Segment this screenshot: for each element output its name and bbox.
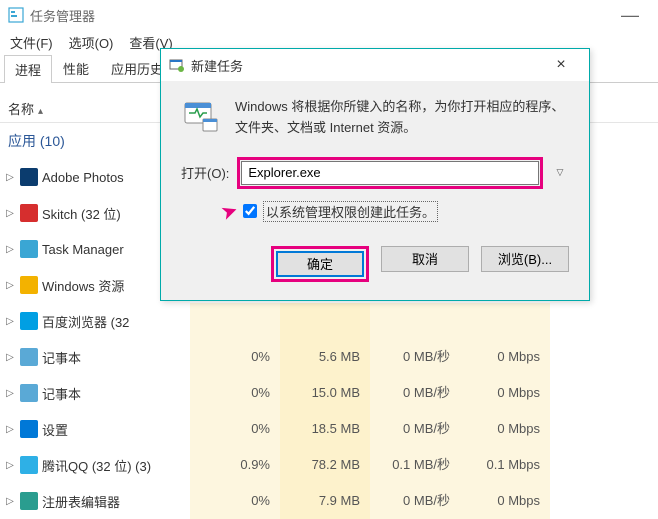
metric-disk: 0.1 MB/秒 xyxy=(370,447,460,483)
table-row[interactable]: ▷ 腾讯QQ (32 位) (3) 0.9%78.2 MB0.1 MB/秒0.1 M… xyxy=(0,447,658,483)
app-icon xyxy=(20,348,38,366)
ok-highlight-box: 确定 xyxy=(271,246,369,282)
expander-icon[interactable]: ▷ xyxy=(4,424,16,435)
input-highlight-box xyxy=(237,157,543,189)
metric-net: 0 Mbps xyxy=(460,339,550,375)
metric-net: 0 Mbps xyxy=(460,411,550,447)
table-row[interactable]: ▷ 注册表编辑器 0%7.9 MB0 MB/秒0 Mbps xyxy=(0,483,658,519)
metric-cpu: 0% xyxy=(190,483,280,519)
metric-cells xyxy=(190,303,658,339)
process-name: 百度浏览器 (32 xyxy=(42,312,129,331)
metric-net xyxy=(460,303,550,339)
table-row[interactable]: ▷ 百度浏览器 (32 xyxy=(0,303,658,339)
metric-cpu: 0% xyxy=(190,375,280,411)
browse-button[interactable]: 浏览(B)... xyxy=(481,246,569,272)
metric-cells: 0%18.5 MB0 MB/秒0 Mbps xyxy=(190,411,658,447)
expander-icon[interactable]: ▷ xyxy=(4,496,16,507)
process-name-cell: ▷ 百度浏览器 (32 xyxy=(0,312,190,331)
metric-cpu: 0% xyxy=(190,339,280,375)
annotation-arrow-icon: ➤ xyxy=(217,196,241,225)
tab-performance[interactable]: 性能 xyxy=(52,54,100,82)
process-name-cell: ▷ 注册表编辑器 xyxy=(0,492,190,511)
metric-disk: 0 MB/秒 xyxy=(370,483,460,519)
expander-icon[interactable]: ▷ xyxy=(4,460,16,471)
process-name: 腾讯QQ (32 位) (3) xyxy=(42,456,151,475)
command-input[interactable] xyxy=(241,161,539,185)
process-name-cell: ▷ 腾讯QQ (32 位) (3) xyxy=(0,456,190,475)
metric-disk: 0 MB/秒 xyxy=(370,375,460,411)
process-name: Task Manager xyxy=(42,242,124,257)
menu-options[interactable]: 选项(O) xyxy=(63,31,120,54)
app-icon xyxy=(20,492,38,510)
process-name: 记事本 xyxy=(42,384,81,403)
metric-net: 0 Mbps xyxy=(460,483,550,519)
process-name: 设置 xyxy=(42,420,68,439)
app-icon xyxy=(20,312,38,330)
table-row[interactable]: ▷ 设置 0%18.5 MB0 MB/秒0 Mbps xyxy=(0,411,658,447)
window-title: 任务管理器 xyxy=(30,6,95,25)
app-icon xyxy=(20,240,38,258)
close-button[interactable]: × xyxy=(541,56,581,74)
run-dialog-icon xyxy=(169,57,185,73)
process-name-cell: ▷ 记事本 xyxy=(0,348,190,367)
metric-cells: 0%7.9 MB0 MB/秒0 Mbps xyxy=(190,483,658,519)
metric-mem: 18.5 MB xyxy=(280,411,370,447)
open-label: 打开(O): xyxy=(181,163,229,182)
dialog-description: Windows 将根据你所键入的名称，为你打开相应的程序、文件夹、文档或 Int… xyxy=(235,97,569,139)
metric-mem: 15.0 MB xyxy=(280,375,370,411)
process-name: Skitch (32 位) xyxy=(42,204,121,223)
metric-disk xyxy=(370,303,460,339)
dropdown-arrow-icon[interactable]: ▽ xyxy=(551,167,569,178)
task-manager-icon xyxy=(8,7,24,23)
cancel-button[interactable]: 取消 xyxy=(381,246,469,272)
process-name-cell: ▷ 记事本 xyxy=(0,384,190,403)
expander-icon[interactable]: ▷ xyxy=(4,388,16,399)
metric-mem: 7.9 MB xyxy=(280,483,370,519)
dialog-title: 新建任务 xyxy=(191,56,243,75)
process-name: 注册表编辑器 xyxy=(42,492,120,511)
table-row[interactable]: ▷ 记事本 0%15.0 MB0 MB/秒0 Mbps xyxy=(0,375,658,411)
metric-cpu: 0.9% xyxy=(190,447,280,483)
minimize-button[interactable]: — xyxy=(610,6,650,24)
app-icon xyxy=(20,168,38,186)
metric-mem: 5.6 MB xyxy=(280,339,370,375)
process-name: Adobe Photos xyxy=(42,170,124,185)
app-icon xyxy=(20,204,38,222)
metric-mem xyxy=(280,303,370,339)
metric-cpu: 0% xyxy=(190,411,280,447)
expander-icon[interactable]: ▷ xyxy=(4,172,16,183)
app-icon xyxy=(20,420,38,438)
expander-icon[interactable]: ▷ xyxy=(4,280,16,291)
metric-cells: 0%15.0 MB0 MB/秒0 Mbps xyxy=(190,375,658,411)
ok-button[interactable]: 确定 xyxy=(276,251,364,277)
metric-mem: 78.2 MB xyxy=(280,447,370,483)
expander-icon[interactable]: ▷ xyxy=(4,316,16,327)
metric-cells: 0%5.6 MB0 MB/秒0 Mbps xyxy=(190,339,658,375)
app-icon xyxy=(20,456,38,474)
admin-checkbox[interactable] xyxy=(243,204,257,218)
process-name: 记事本 xyxy=(42,348,81,367)
titlebar: 任务管理器 — xyxy=(0,0,658,30)
app-icon xyxy=(20,384,38,402)
metric-disk: 0 MB/秒 xyxy=(370,339,460,375)
new-task-dialog: 新建任务 × Windows 将根据你所键入的名称，为你打开相应的程序、文件夹、… xyxy=(160,48,590,301)
tab-processes[interactable]: 进程 xyxy=(4,55,52,83)
table-row[interactable]: ▷ 记事本 0%5.6 MB0 MB/秒0 Mbps xyxy=(0,339,658,375)
metric-disk: 0 MB/秒 xyxy=(370,411,460,447)
menu-file[interactable]: 文件(F) xyxy=(4,31,59,54)
dialog-titlebar[interactable]: 新建任务 × xyxy=(161,49,589,81)
run-icon xyxy=(181,97,221,137)
admin-checkbox-label: 以系统管理权限创建此任务。 xyxy=(263,201,438,222)
process-name: Windows 资源 xyxy=(42,276,124,295)
expander-icon[interactable]: ▷ xyxy=(4,244,16,255)
metric-net: 0.1 Mbps xyxy=(460,447,550,483)
process-name-cell: ▷ 设置 xyxy=(0,420,190,439)
metric-net: 0 Mbps xyxy=(460,375,550,411)
app-icon xyxy=(20,276,38,294)
expander-icon[interactable]: ▷ xyxy=(4,208,16,219)
metric-cpu xyxy=(190,303,280,339)
expander-icon[interactable]: ▷ xyxy=(4,352,16,363)
metric-cells: 0.9%78.2 MB0.1 MB/秒0.1 Mbps xyxy=(190,447,658,483)
